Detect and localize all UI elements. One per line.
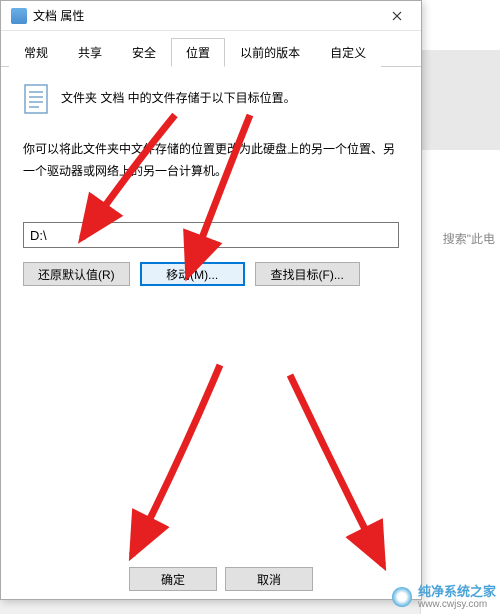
dialog-folder-icon <box>11 8 27 24</box>
cancel-button[interactable]: 取消 <box>225 567 313 591</box>
tabs-row: 常规 共享 安全 位置 以前的版本 自定义 <box>1 31 421 67</box>
tab-share[interactable]: 共享 <box>63 38 117 67</box>
restore-defaults-button[interactable]: 还原默认值(R) <box>23 262 130 286</box>
background-gray-strip <box>420 50 500 150</box>
watermark: 纯净系统之家 www.cwjsy.com <box>392 585 496 610</box>
close-button[interactable] <box>377 2 417 30</box>
info-row: 文件夹 文档 中的文件存储于以下目标位置。 <box>23 83 399 115</box>
titlebar: 文档 属性 <box>1 1 421 31</box>
close-icon <box>392 11 402 21</box>
move-button[interactable]: 移动(M)... <box>140 262 245 286</box>
ok-button[interactable]: 确定 <box>129 567 217 591</box>
action-buttons-row: 还原默认值(R) 移动(M)... 查找目标(F)... <box>23 262 399 286</box>
tab-security[interactable]: 安全 <box>117 38 171 67</box>
description-text: 你可以将此文件夹中文件存储的位置更改为此硬盘上的另一个位置、另一个驱动器或网络上… <box>23 139 399 182</box>
dialog-bottom-row: 确定 取消 <box>1 567 421 591</box>
tab-custom[interactable]: 自定义 <box>315 38 381 67</box>
tab-location[interactable]: 位置 <box>171 38 225 67</box>
watermark-url: www.cwjsy.com <box>418 599 496 610</box>
path-input[interactable] <box>23 222 399 248</box>
documents-icon <box>23 83 51 115</box>
properties-dialog: 文档 属性 常规 共享 安全 位置 以前的版本 自定义 文件夹 文档 中的文件存… <box>0 0 422 600</box>
info-text: 文件夹 文档 中的文件存储于以下目标位置。 <box>61 83 296 106</box>
tab-general[interactable]: 常规 <box>9 38 63 67</box>
watermark-logo-icon <box>392 587 412 607</box>
tab-content: 文件夹 文档 中的文件存储于以下目标位置。 你可以将此文件夹中文件存储的位置更改… <box>1 67 421 577</box>
dialog-title: 文档 属性 <box>33 7 377 24</box>
find-target-button[interactable]: 查找目标(F)... <box>255 262 360 286</box>
search-placeholder-text: 搜索"此电 <box>443 230 495 247</box>
tab-previous[interactable]: 以前的版本 <box>225 38 315 67</box>
watermark-name: 纯净系统之家 <box>418 585 496 599</box>
